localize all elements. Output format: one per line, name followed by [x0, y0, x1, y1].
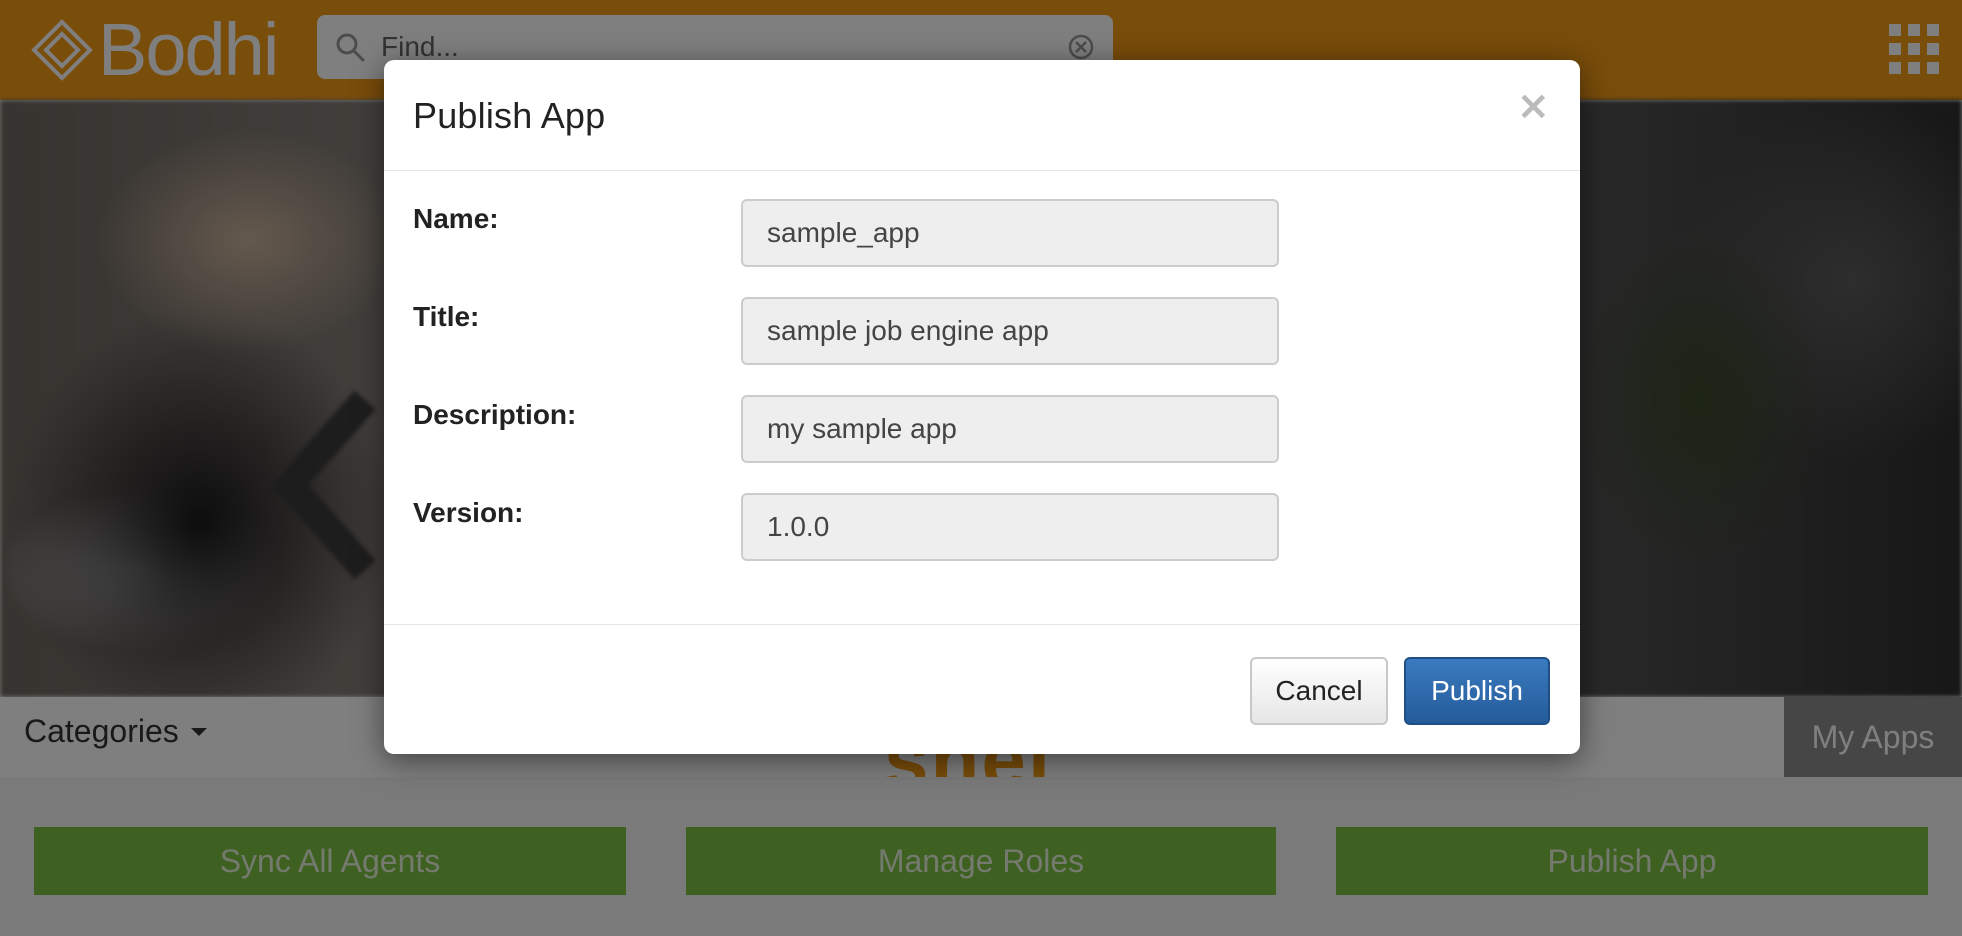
modal-header: Publish App × [384, 60, 1580, 171]
cancel-button[interactable]: Cancel [1250, 657, 1388, 725]
description-label: Description: [413, 399, 577, 430]
modal-footer: Cancel Publish [384, 625, 1580, 754]
modal-body: Name: Title: Description: Version: [384, 171, 1580, 625]
modal-title: Publish App [413, 95, 606, 136]
version-label: Version: [413, 497, 524, 528]
title-field[interactable] [741, 297, 1279, 365]
publish-button[interactable]: Publish [1404, 657, 1550, 725]
form-row-title: Title: [413, 297, 1553, 365]
name-field[interactable] [741, 199, 1279, 267]
form-row-version: Version: [413, 493, 1553, 561]
title-label: Title: [413, 301, 480, 332]
form-row-description: Description: [413, 395, 1553, 463]
name-label: Name: [413, 203, 499, 234]
close-icon[interactable]: × [1516, 86, 1550, 126]
publish-app-modal: Publish App × Name: Title: Description: … [384, 60, 1580, 754]
version-field[interactable] [741, 493, 1279, 561]
form-row-name: Name: [413, 199, 1553, 267]
description-field[interactable] [741, 395, 1279, 463]
